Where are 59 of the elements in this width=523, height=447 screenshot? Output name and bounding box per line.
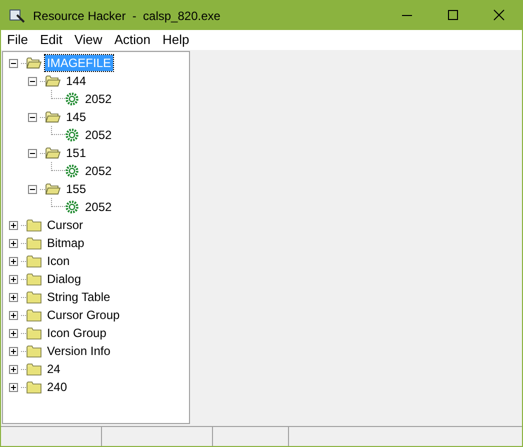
tree-item-label[interactable]: Version Info <box>45 343 112 359</box>
tree-item-label[interactable]: String Table <box>45 289 112 305</box>
gear-icon <box>65 92 79 106</box>
gear-icon <box>65 200 79 214</box>
folder-icon <box>45 146 61 160</box>
expand-icon[interactable] <box>9 274 18 284</box>
folder-icon <box>26 308 42 322</box>
expand-icon[interactable] <box>9 220 18 230</box>
expand-icon[interactable] <box>9 256 18 266</box>
expand-icon[interactable] <box>9 238 18 248</box>
tree-item-label[interactable]: Dialog <box>45 271 84 287</box>
menu-item[interactable]: View <box>68 30 108 50</box>
tree-item-label[interactable]: Icon Group <box>45 325 108 341</box>
expand-icon[interactable] <box>9 346 18 356</box>
folder-icon <box>26 344 42 358</box>
folder-icon <box>26 326 42 340</box>
expand-icon[interactable] <box>9 328 18 338</box>
collapse-icon[interactable] <box>9 58 18 68</box>
collapse-icon[interactable] <box>28 184 37 194</box>
tree-item-label[interactable]: 151 <box>64 145 88 161</box>
folder-icon <box>45 74 61 88</box>
expand-icon[interactable] <box>9 364 18 374</box>
expand-icon[interactable] <box>9 310 18 320</box>
folder-icon <box>26 56 42 70</box>
expand-icon[interactable] <box>9 382 18 392</box>
folder-icon <box>45 182 61 196</box>
menu-item[interactable]: Action <box>108 30 156 50</box>
window-title: Resource Hacker - calsp_820.exe <box>33 8 220 24</box>
collapse-icon[interactable] <box>28 148 37 158</box>
expand-icon[interactable] <box>9 292 18 302</box>
tree-item-label[interactable]: Bitmap <box>45 235 86 251</box>
menu-item[interactable]: Edit <box>34 30 68 50</box>
tree-item-label[interactable]: 2052 <box>83 163 114 179</box>
folder-icon <box>26 236 42 250</box>
tree-item-label[interactable]: 2052 <box>83 127 114 143</box>
tree-item-label[interactable]: 2052 <box>83 199 114 215</box>
tree-item-label[interactable]: 144 <box>64 73 88 89</box>
gear-icon <box>65 128 79 142</box>
tree-item-label[interactable]: Cursor Group <box>45 307 122 323</box>
folder-icon <box>26 218 42 232</box>
gear-icon <box>65 164 79 178</box>
collapse-icon[interactable] <box>28 112 37 122</box>
folder-icon <box>26 380 42 394</box>
menu-item[interactable]: Help <box>156 30 196 50</box>
folder-icon <box>26 290 42 304</box>
folder-icon <box>26 272 42 286</box>
tree-item-label[interactable]: 145 <box>64 109 88 125</box>
menu-item[interactable]: File <box>1 30 34 50</box>
tree-item-label[interactable]: 240 <box>45 379 70 395</box>
tree-item-label[interactable]: 2052 <box>83 91 114 107</box>
tree-item-label[interactable]: Cursor <box>45 217 86 233</box>
collapse-icon[interactable] <box>28 76 37 86</box>
tree-item-label[interactable]: 24 <box>45 361 62 377</box>
folder-icon <box>45 110 61 124</box>
app-icon <box>9 8 25 24</box>
folder-icon <box>26 254 42 268</box>
tree-item-label[interactable]: Icon <box>45 253 72 269</box>
tree-item-label[interactable]: 155 <box>64 181 88 197</box>
folder-icon <box>26 362 42 376</box>
